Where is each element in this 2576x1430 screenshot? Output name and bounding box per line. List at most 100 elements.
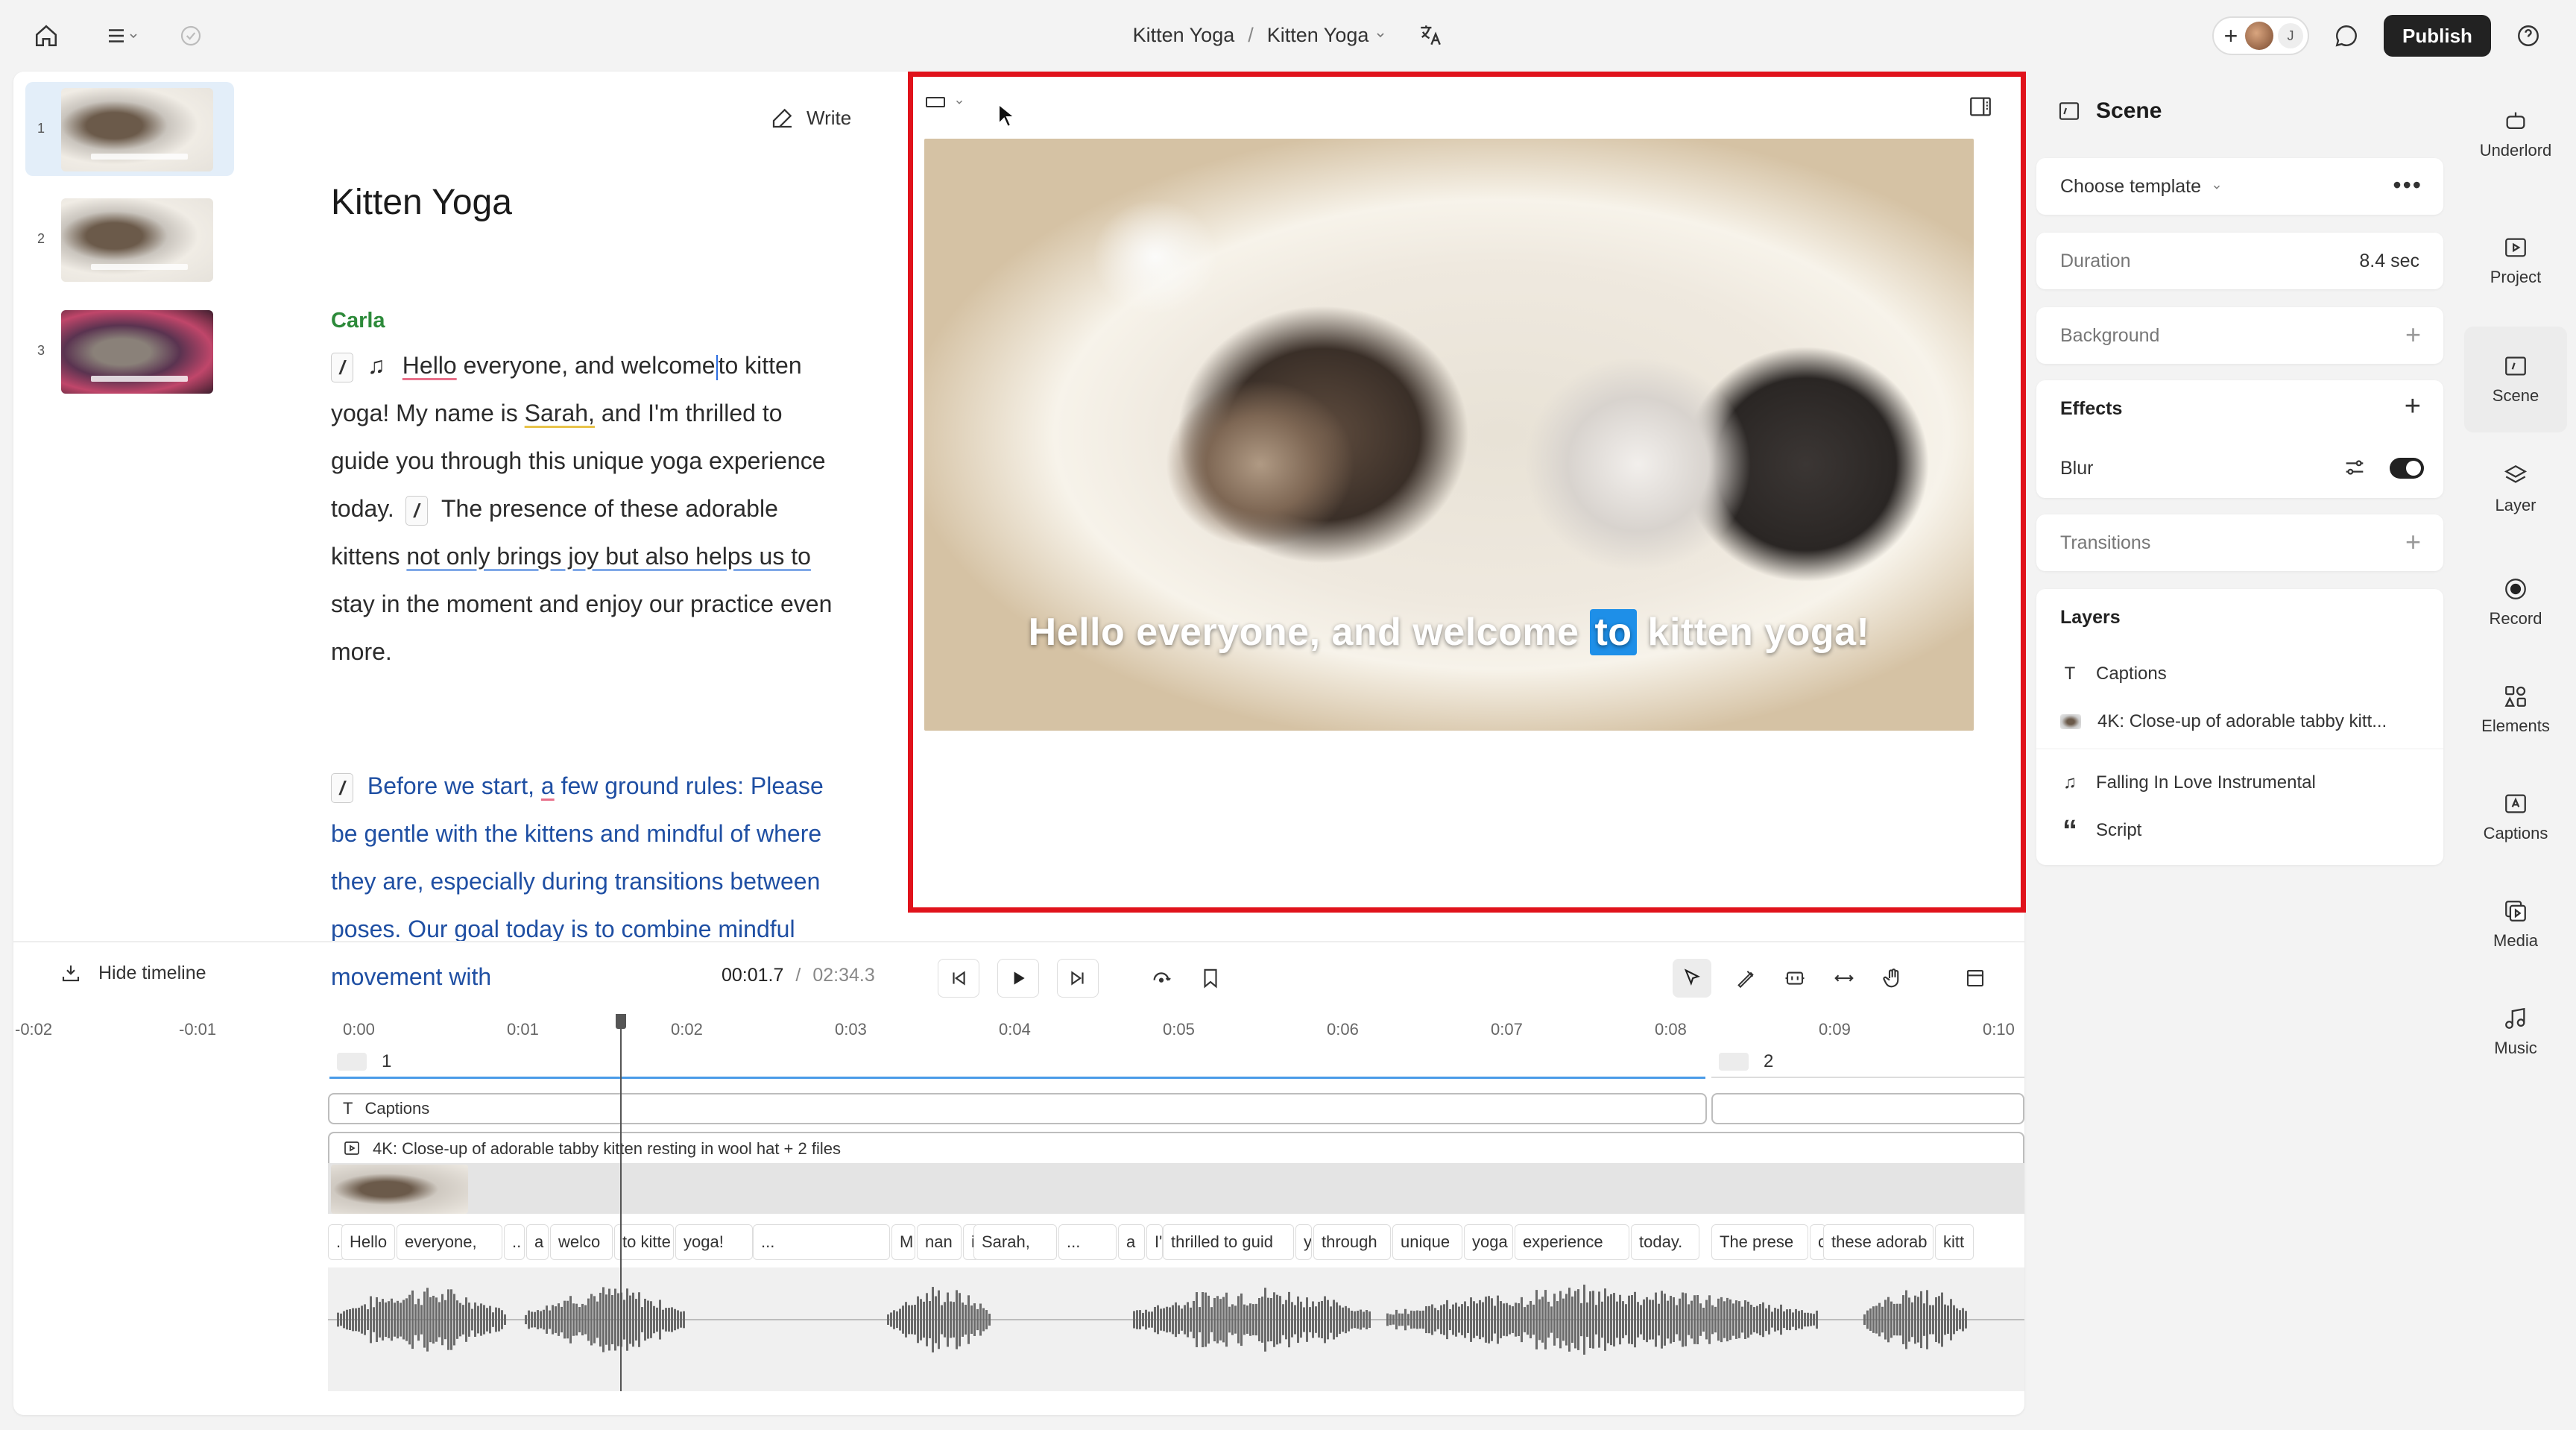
select-tool-icon[interactable] [1673, 959, 1711, 998]
playhead[interactable] [620, 1014, 622, 1391]
comment-icon[interactable] [2327, 16, 2366, 55]
collaborators[interactable]: + J [2212, 16, 2309, 55]
script-text-span[interactable]: stay in the moment and enjoy our practic… [331, 590, 832, 665]
script-paragraph-2[interactable]: / Before we start, a few ground rules: P… [331, 762, 838, 990]
add-background-icon[interactable]: + [2405, 319, 2421, 350]
script-text-span[interactable]: everyone, and welcome [464, 352, 716, 379]
timeline-layout-icon[interactable] [1956, 959, 1995, 998]
script-word[interactable]: Sarah, [525, 400, 595, 426]
rail-record[interactable]: Record [2464, 561, 2567, 644]
aspect-ratio-button[interactable] [924, 94, 965, 110]
add-effect-icon[interactable]: + [2405, 391, 2421, 423]
more-options-icon[interactable]: ••• [2393, 171, 2422, 199]
script-text-span[interactable]: few ground rules: Please be gentle with … [331, 772, 824, 990]
scene-2-bar[interactable] [1711, 1077, 2024, 1078]
hand-tool-icon[interactable] [1874, 959, 1913, 998]
transcript-word[interactable]: welco [550, 1224, 613, 1260]
transcript-word[interactable]: through [1313, 1224, 1391, 1260]
scene-2-label[interactable]: 2 [1764, 1051, 1773, 1072]
rail-scene[interactable]: Scene [2464, 327, 2567, 432]
transcript-word[interactable]: Sarah, [973, 1224, 1057, 1260]
music-note-icon[interactable]: ♫ [367, 352, 385, 379]
captions-track[interactable]: T Captions [328, 1093, 1707, 1124]
rail-media[interactable]: Media [2464, 883, 2567, 966]
transcript-word[interactable]: to kitte [614, 1224, 674, 1260]
add-transition-icon[interactable]: + [2405, 526, 2421, 558]
add-collaborator-icon[interactable]: + [2221, 22, 2241, 50]
script-word[interactable]: a [541, 772, 555, 799]
transcript-word[interactable]: thrilled to guid [1163, 1224, 1294, 1260]
help-icon[interactable] [2509, 16, 2548, 55]
breadcrumb-project[interactable]: Kitten Yoga [1133, 24, 1235, 47]
rail-captions[interactable]: Captions [2464, 775, 2567, 859]
skip-forward-button[interactable] [1057, 959, 1099, 998]
scene-thumbnail-3[interactable]: 3 [25, 304, 234, 398]
skip-back-button[interactable] [938, 959, 979, 998]
translate-icon[interactable] [1418, 22, 1443, 48]
scene-thumbnail-2[interactable]: 2 [25, 192, 234, 286]
layer-item-captions[interactable]: T Captions [2060, 664, 2167, 684]
transcript-word[interactable]: The prese [1711, 1224, 1808, 1260]
scene-1-label[interactable]: 1 [382, 1051, 391, 1072]
sliders-icon[interactable] [2342, 455, 2367, 480]
script-word[interactable]: to [719, 352, 739, 379]
transcript-word[interactable]: y [1295, 1224, 1312, 1260]
speaker-label[interactable]: Carla [331, 309, 385, 333]
caption-overlay[interactable]: Hello everyone, and welcome to kitten yo… [924, 609, 1974, 655]
chevron-down-icon[interactable] [1374, 29, 1386, 41]
layer-item-music[interactable]: ♫ Falling In Love Instrumental [2060, 772, 2316, 793]
transitions-card[interactable]: Transitions + [2036, 514, 2443, 571]
script-phrase[interactable]: not only brings joy but also helps us to [406, 543, 811, 570]
transcript-word[interactable]: M [891, 1224, 915, 1260]
script-text-span[interactable]: My name is [396, 400, 518, 426]
hide-timeline-button[interactable]: Hide timeline [60, 962, 206, 984]
transcript-word[interactable]: ... [753, 1224, 890, 1260]
loop-icon[interactable] [1146, 962, 1176, 995]
transcript-word[interactable]: yoga! [675, 1224, 753, 1260]
layer-item-image[interactable]: 4K: Close-up of adorable tabby kitt... [2060, 711, 2387, 732]
rail-underlord[interactable]: Underlord [2464, 92, 2567, 176]
transcript-word[interactable]: kitt [1935, 1224, 1974, 1260]
background-card[interactable]: Background + [2036, 307, 2443, 364]
toggle-layout-icon[interactable] [1968, 94, 1993, 123]
template-card[interactable]: Choose template ••• [2036, 158, 2443, 215]
breadcrumb-composition[interactable]: Kitten Yoga [1267, 24, 1369, 47]
audio-waveform-track[interactable] [328, 1267, 2024, 1391]
play-button[interactable] [997, 959, 1039, 998]
rail-project[interactable]: Project [2464, 219, 2567, 303]
scene-thumbnail-1[interactable]: 1 [25, 82, 234, 176]
scene-break-marker[interactable]: / [331, 352, 353, 382]
transcript-word[interactable]: experience [1515, 1224, 1629, 1260]
script-text-span[interactable]: Before we start, [367, 772, 534, 799]
rail-music[interactable]: Music [2464, 990, 2567, 1074]
ripple-tool-icon[interactable] [1775, 959, 1814, 998]
script-paragraph-1[interactable]: / ♫ Hello everyone, and welcome to kitten… [331, 341, 838, 675]
transcript-word[interactable]: a [526, 1224, 549, 1260]
document-title[interactable]: Kitten Yoga [331, 182, 512, 223]
publish-button[interactable]: Publish [2384, 15, 2491, 57]
layer-item-script[interactable]: “ Script [2060, 816, 2141, 845]
transcript-word[interactable]: a [1118, 1224, 1145, 1260]
timeline-divider[interactable] [13, 941, 2024, 942]
blur-toggle[interactable] [2390, 458, 2424, 479]
captions-track-scene-2[interactable] [1711, 1093, 2024, 1124]
blade-tool-icon[interactable] [1726, 959, 1765, 998]
transcript-word[interactable]: Hello [341, 1224, 395, 1260]
transcript-word[interactable]: unique [1392, 1224, 1462, 1260]
scene-break-marker[interactable]: / [331, 772, 353, 803]
rail-layer[interactable]: Layer [2464, 447, 2567, 531]
stretch-tool-icon[interactable] [1825, 959, 1863, 998]
transcript-word[interactable]: these adorab [1823, 1224, 1933, 1260]
video-preview[interactable]: Hello everyone, and welcome to kitten yo… [924, 139, 1974, 731]
rail-elements[interactable]: Elements [2464, 668, 2567, 752]
current-time[interactable]: 00:01.7 [722, 965, 783, 986]
transcript-word[interactable]: everyone, [397, 1224, 502, 1260]
transcript-word[interactable]: today. [1631, 1224, 1699, 1260]
script-word[interactable]: Hello [402, 352, 457, 379]
transcript-word[interactable]: nan [917, 1224, 962, 1260]
transcript-word[interactable]: yoga [1464, 1224, 1513, 1260]
write-button[interactable]: Write [771, 98, 851, 137]
scene-1-bar[interactable] [329, 1077, 1705, 1079]
bookmark-icon[interactable] [1196, 962, 1225, 995]
choose-template-dropdown[interactable]: Choose template [2060, 176, 2201, 198]
